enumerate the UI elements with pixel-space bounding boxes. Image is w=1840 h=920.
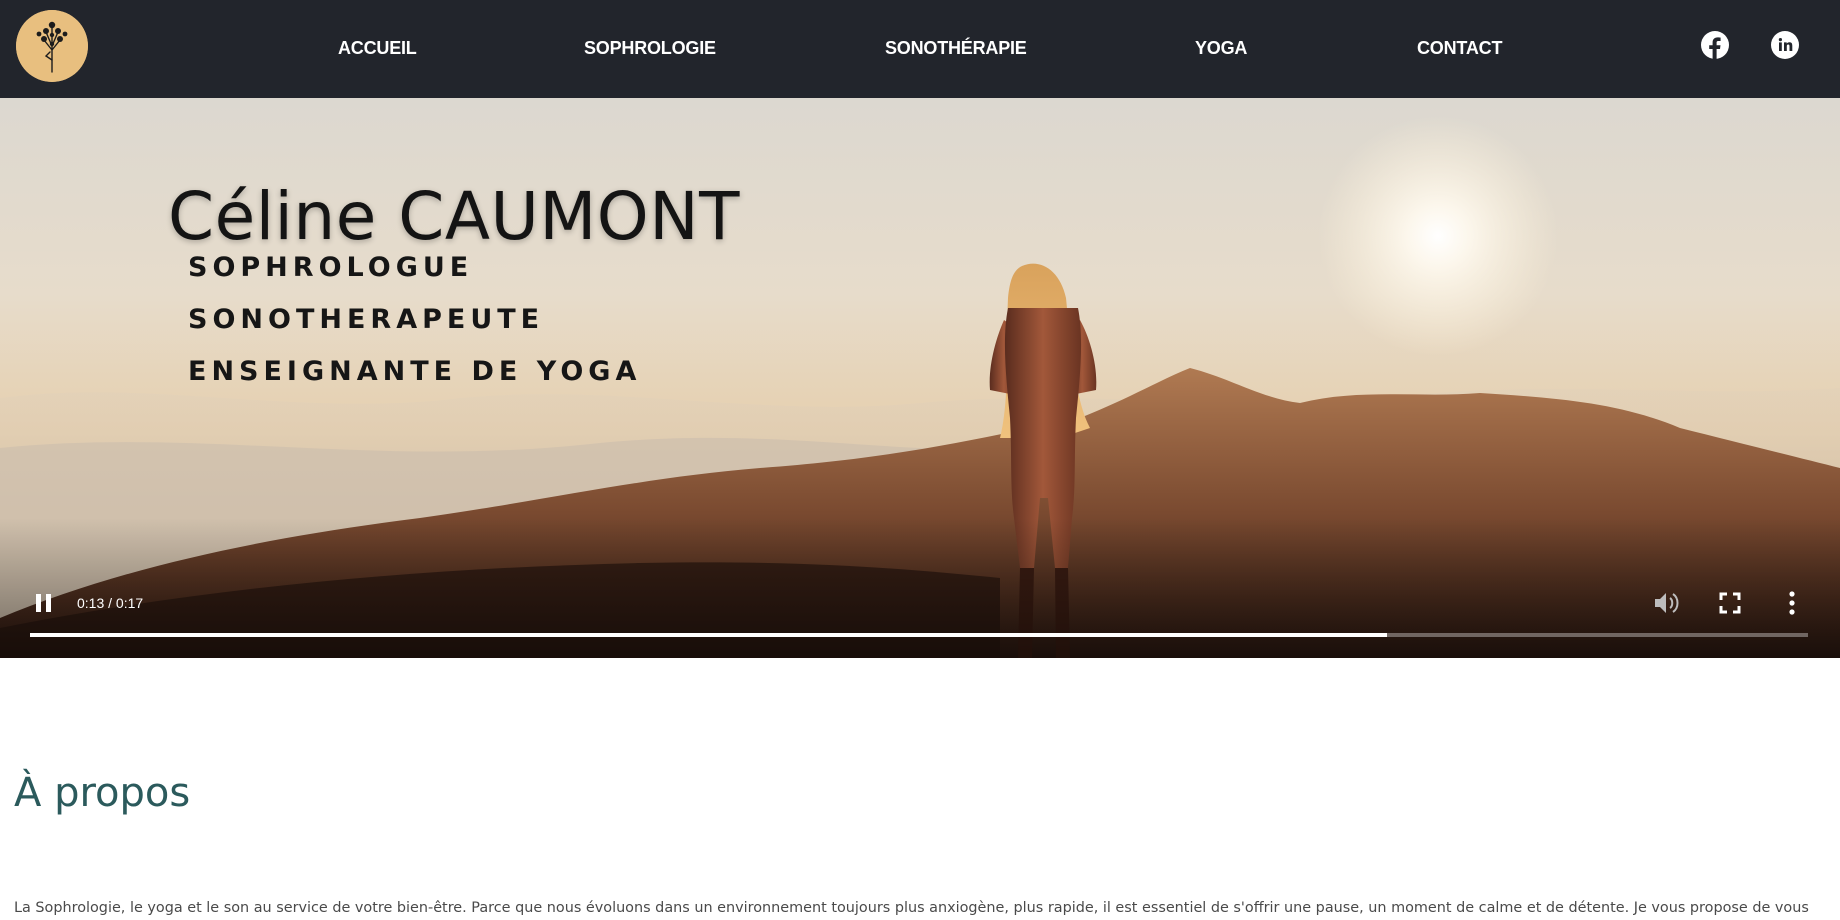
hero-role-yoga-teacher: ENSEIGNANTE DE YOGA bbox=[188, 356, 642, 387]
more-options-icon[interactable] bbox=[1780, 590, 1804, 616]
about-text: La Sophrologie, le yoga et le son au ser… bbox=[14, 900, 1809, 916]
nav-item-contact[interactable]: CONTACT bbox=[1417, 38, 1502, 59]
pause-icon[interactable] bbox=[34, 592, 54, 614]
logo-graphic bbox=[16, 10, 88, 82]
hero-video[interactable]: Céline CAUMONT SOPHROLOGUE SONOTHERAPEUT… bbox=[0, 98, 1840, 658]
video-progress-bar[interactable] bbox=[30, 633, 1808, 637]
video-controls-shade bbox=[0, 518, 1840, 658]
volume-muted-icon[interactable] bbox=[1652, 590, 1680, 616]
linkedin-icon[interactable] bbox=[1770, 30, 1800, 60]
nav-item-yoga[interactable]: YOGA bbox=[1195, 38, 1247, 59]
nav-item-sophrologie[interactable]: SOPHROLOGIE bbox=[584, 38, 716, 59]
video-progress-fill bbox=[30, 633, 1387, 637]
tree-yoga-logo[interactable] bbox=[16, 10, 88, 82]
video-time: 0:13 / 0:17 bbox=[77, 595, 144, 611]
hero-role-sonotherapeute: SONOTHERAPEUTE bbox=[188, 304, 545, 335]
hero-role-sophrologue: SOPHROLOGUE bbox=[188, 252, 474, 283]
about-title: À propos bbox=[14, 770, 191, 816]
facebook-icon[interactable] bbox=[1700, 30, 1730, 60]
site-header: ACCUEIL SOPHROLOGIE SONOTHÉRAPIE YOGA CO… bbox=[0, 0, 1840, 98]
nav-item-sonotherapie[interactable]: SONOTHÉRAPIE bbox=[885, 38, 1027, 59]
fullscreen-icon[interactable] bbox=[1718, 591, 1742, 615]
nav-item-accueil[interactable]: ACCUEIL bbox=[338, 38, 417, 59]
hero-title: Céline CAUMONT bbox=[168, 178, 740, 255]
